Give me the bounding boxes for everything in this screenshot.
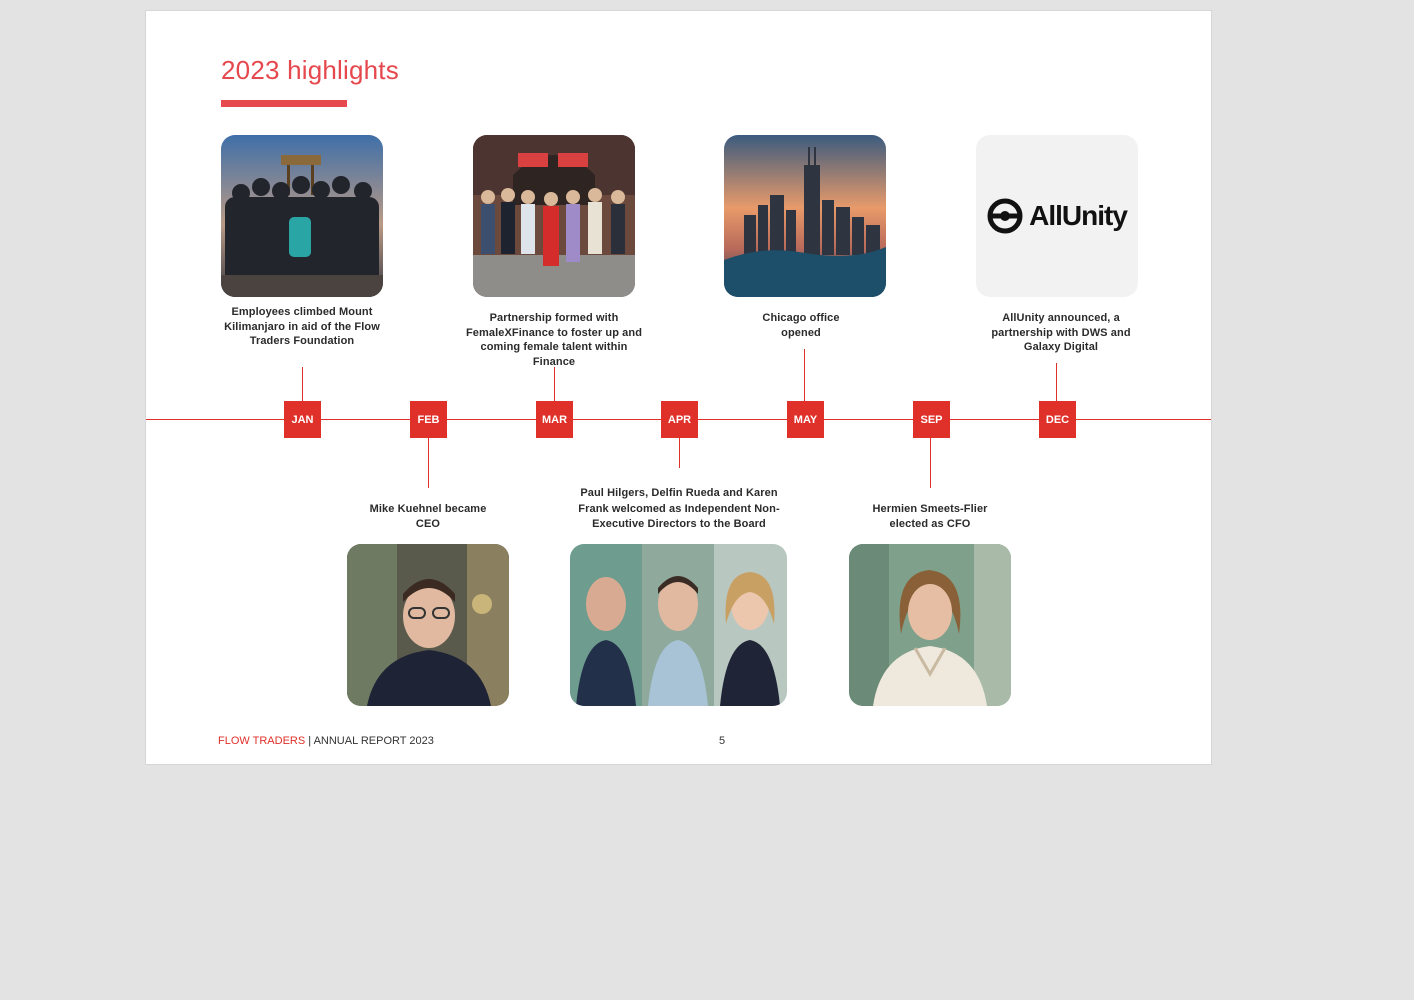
month-marker-may: MAY [787,401,824,438]
allunity-logo-icon [987,198,1023,234]
hermien-smeets-flier-portrait [849,544,1011,706]
caption-sep: Hermien Smeets-Flier elected as CFO [872,503,988,530]
connector-jan [302,367,303,401]
page-title: 2023 highlights [221,55,399,85]
kilimanjaro-photo [221,135,383,297]
connector-may [804,349,805,401]
chicago-skyline-photo [724,135,886,297]
connector-apr [679,438,680,468]
connector-sep [930,438,931,488]
connector-mar [554,367,555,401]
new-directors-portraits [570,544,787,706]
caption-apr: Paul Hilgers, Delfin Rueda and Karen Fra… [578,487,780,530]
page-number: 5 [719,735,726,747]
report-page: 2023 highlights AllUnity Employees climb… [145,10,1212,765]
caption-mar: Partnership formed with FemaleXFinance t… [465,312,643,368]
footer-report-title: FLOW TRADERS | ANNUAL REPORT 2023 [218,735,434,747]
month-marker-dec: DEC [1039,401,1076,438]
month-marker-sep: SEP [913,401,950,438]
connector-feb [428,438,429,488]
footer-separator: | [305,735,314,747]
caption-may: Chicago office opened [762,312,840,339]
allunity-logo-tile: AllUnity [976,135,1138,297]
month-marker-apr: APR [661,401,698,438]
mike-kuehnel-portrait [347,544,509,706]
month-marker-mar: MAR [536,401,573,438]
footer-brand: FLOW TRADERS [218,735,306,747]
connector-dec [1056,363,1057,401]
caption-dec: AllUnity announced, a partnership with D… [991,312,1131,353]
caption-jan: Employees climbed Mount Kilimanjaro in a… [224,306,380,347]
title-underline [221,100,347,107]
femalexfinance-photo [473,135,635,297]
caption-feb: Mike Kuehnel became CEO [369,503,487,530]
month-marker-feb: FEB [410,401,447,438]
allunity-logo-text: AllUnity [1029,200,1128,231]
month-marker-jan: JAN [284,401,321,438]
footer-report: ANNUAL REPORT 2023 [313,735,434,747]
